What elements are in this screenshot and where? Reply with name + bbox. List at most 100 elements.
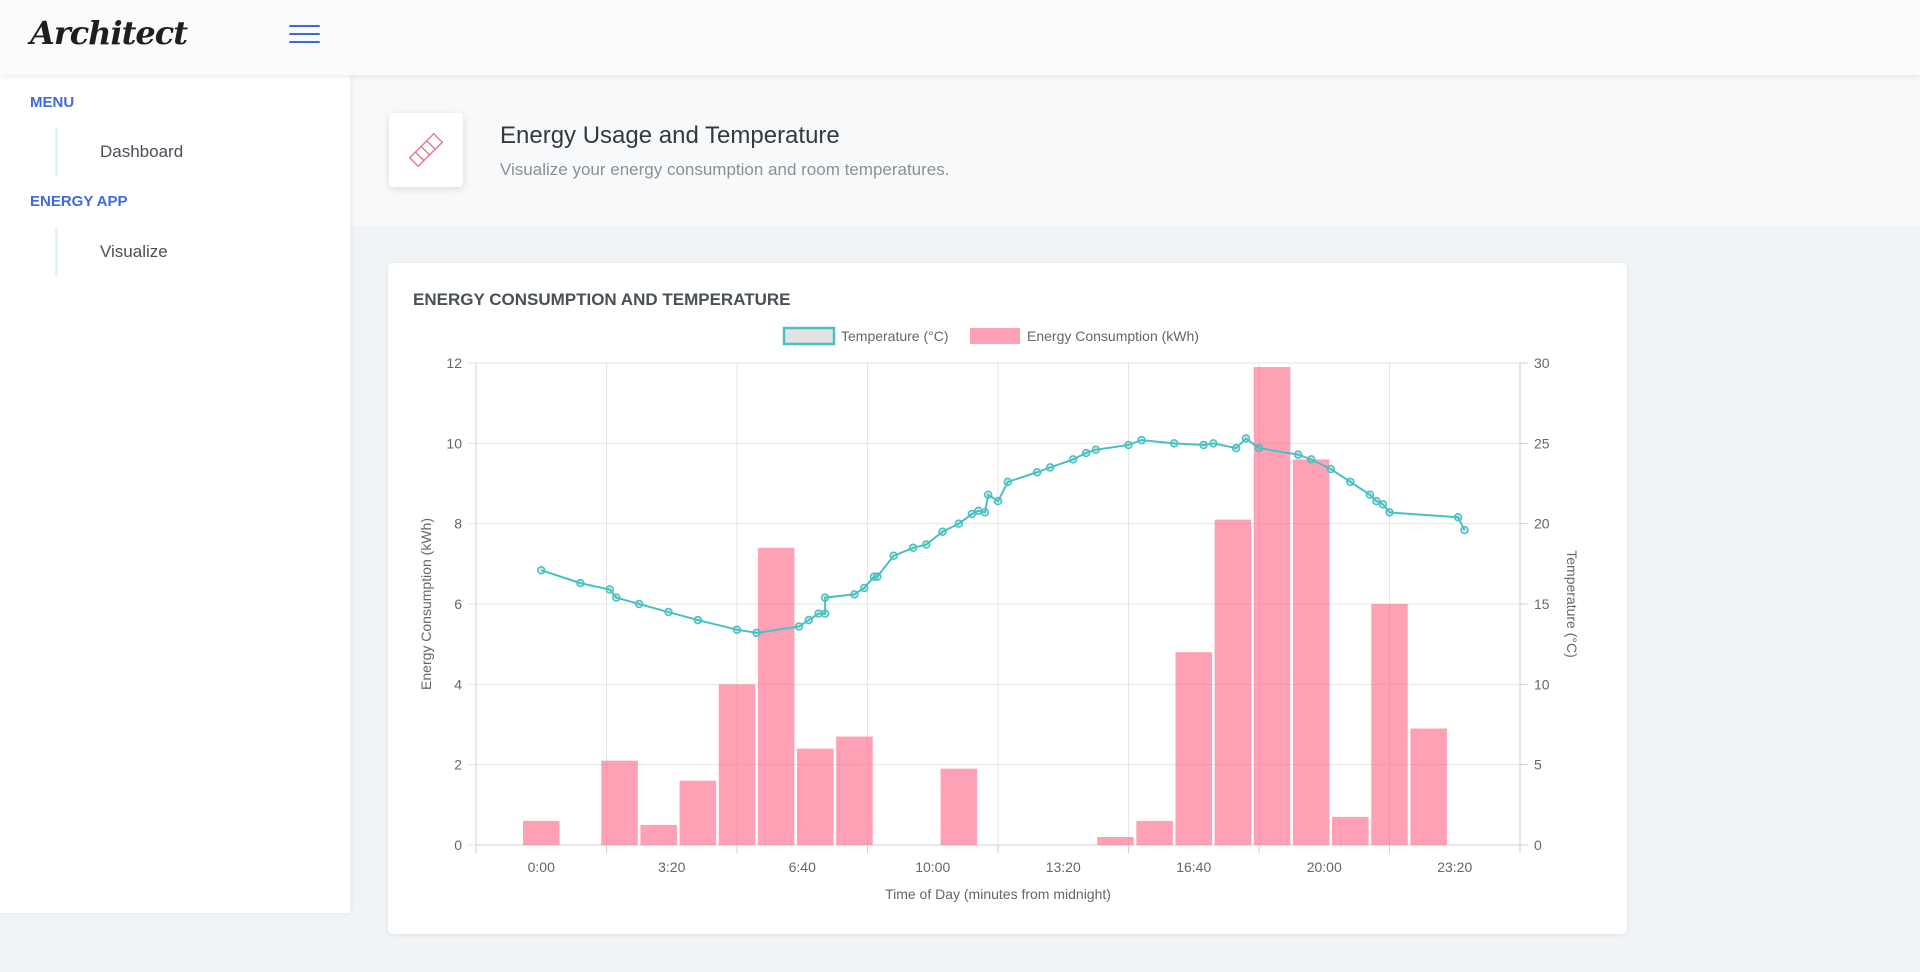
temperature-point: [1032, 468, 1042, 477]
sidebar-item-dashboard[interactable]: Dashboard: [55, 127, 335, 177]
temperature-point: [954, 519, 964, 528]
y-right-axis-title: Temperature (°C): [1564, 550, 1580, 658]
temperature-point: [576, 578, 585, 588]
y-right-tick-label: 0: [1534, 837, 1542, 853]
temperature-point: [752, 628, 761, 638]
temperature-point: [980, 508, 990, 517]
energy-bar: [718, 684, 756, 845]
x-tick-label: 0:00: [528, 859, 555, 875]
y-left-tick-label: 0: [454, 837, 462, 853]
energy-bar: [1332, 816, 1369, 845]
temperature-point: [804, 615, 814, 625]
temperature-point: [732, 625, 742, 634]
page-title: Energy Usage and Temperature: [500, 122, 840, 149]
temperature-point: [1460, 525, 1469, 535]
hamburger-icon[interactable]: [289, 25, 320, 45]
energy-temperature-chart: 0 2 4 6 8 10 12 0 5 10 15 20 25 30 0:00 3:20 6:40 10:00 13…: [418, 326, 1580, 902]
y-right-tick-label: 5: [1534, 757, 1542, 773]
energy-bar: [797, 748, 834, 845]
temperature-point: [1199, 440, 1208, 450]
energy-bar: [640, 824, 677, 845]
temperature-point: [794, 622, 804, 631]
temperature-point: [889, 551, 898, 561]
temperature-point: [820, 609, 830, 618]
temperature-point: [1293, 450, 1303, 459]
x-tick-label: 23:20: [1437, 859, 1472, 875]
temperature-point: [1306, 455, 1316, 464]
energy-bar: [1214, 519, 1252, 845]
y-left-tick-label: 12: [446, 355, 462, 371]
temperature-point: [612, 593, 621, 602]
energy-bar: [1253, 367, 1291, 845]
temperature-point: [1045, 463, 1055, 472]
temperature-point: [1378, 500, 1388, 509]
temperature-point: [1241, 434, 1251, 443]
temperature-point: [1003, 477, 1013, 487]
sidebar: MENU Dashboard ENERGY APP Visualize: [0, 75, 350, 913]
temperature-point: [921, 540, 931, 549]
energy-bar: [1097, 836, 1134, 845]
temperature-point: [664, 607, 673, 617]
y-left-axis-title: Energy Consumption (kWh): [418, 518, 434, 690]
temperature-point: [1231, 443, 1241, 453]
page-title-band: [350, 75, 1920, 226]
page-subtitle: Visualize your energy consumption and ro…: [500, 160, 950, 179]
temperature-point: [1169, 439, 1179, 448]
x-tick-label: 10:00: [915, 859, 950, 875]
energy-bar: [679, 780, 717, 845]
temperature-point: [859, 583, 869, 593]
y-left-tick-label: 10: [446, 435, 462, 451]
x-axis-title: Time of Day (minutes from midnight): [885, 886, 1111, 902]
hamburger-line: [289, 33, 320, 35]
y-left-tick-label: 8: [454, 516, 462, 532]
temperature-point: [993, 496, 1003, 506]
temperature-point: [983, 490, 993, 499]
temperature-point: [820, 593, 830, 602]
temperature-point: [1209, 439, 1218, 448]
y-right-tick-label: 20: [1534, 516, 1550, 532]
app-logo[interactable]: Architect: [30, 14, 188, 52]
temperature-point: [1385, 508, 1394, 517]
legend-swatch-temperature: [782, 326, 836, 346]
x-tick-label: 6:40: [789, 859, 816, 875]
energy-bar: [1371, 604, 1408, 845]
app-header: Architect: [0, 0, 1920, 75]
temperature-point: [1124, 440, 1133, 450]
temperature-point: [1346, 477, 1355, 487]
ruler-icon: [389, 113, 463, 187]
y-right-tick-label: 10: [1534, 676, 1550, 692]
legend-label-temperature: Temperature (°C): [841, 328, 949, 344]
y-right-tick-label: 15: [1534, 596, 1550, 612]
temperature-point: [1453, 512, 1463, 522]
temperature-point: [605, 585, 615, 594]
sidebar-heading-energy-app: ENERGY APP: [30, 193, 128, 210]
temperature-point: [873, 572, 882, 581]
temperature-point: [1137, 435, 1146, 445]
sidebar-item-visualize[interactable]: Visualize: [55, 227, 335, 277]
temperature-point: [693, 615, 703, 625]
chart-card: ENERGY CONSUMPTION AND TEMPERATURE 02468…: [388, 263, 1627, 934]
y-right-tick-label: 25: [1534, 435, 1550, 451]
energy-bar: [1136, 820, 1173, 845]
temperature-point: [537, 566, 546, 575]
x-tick-label: 3:20: [658, 859, 685, 875]
temperature-point: [1365, 490, 1375, 499]
hamburger-line: [289, 41, 320, 43]
legend-label-energy: Energy Consumption (kWh): [1027, 328, 1199, 344]
temperature-point: [1254, 443, 1264, 453]
temperature-point: [938, 527, 947, 536]
temperature-point: [1068, 455, 1078, 464]
energy-bar: [522, 820, 560, 845]
energy-bar: [1410, 728, 1447, 845]
temperature-point: [1326, 464, 1336, 474]
energy-bar: [1175, 652, 1213, 845]
sidebar-heading-menu: MENU: [30, 94, 75, 111]
temperature-point: [1091, 445, 1101, 455]
x-tick-label: 13:20: [1046, 859, 1081, 875]
temperature-point: [1081, 448, 1091, 458]
temperature-point: [634, 599, 644, 609]
energy-bar: [836, 736, 873, 845]
energy-bar: [1292, 459, 1330, 845]
y-left-tick-label: 6: [454, 596, 462, 612]
temperature-point: [908, 543, 918, 553]
